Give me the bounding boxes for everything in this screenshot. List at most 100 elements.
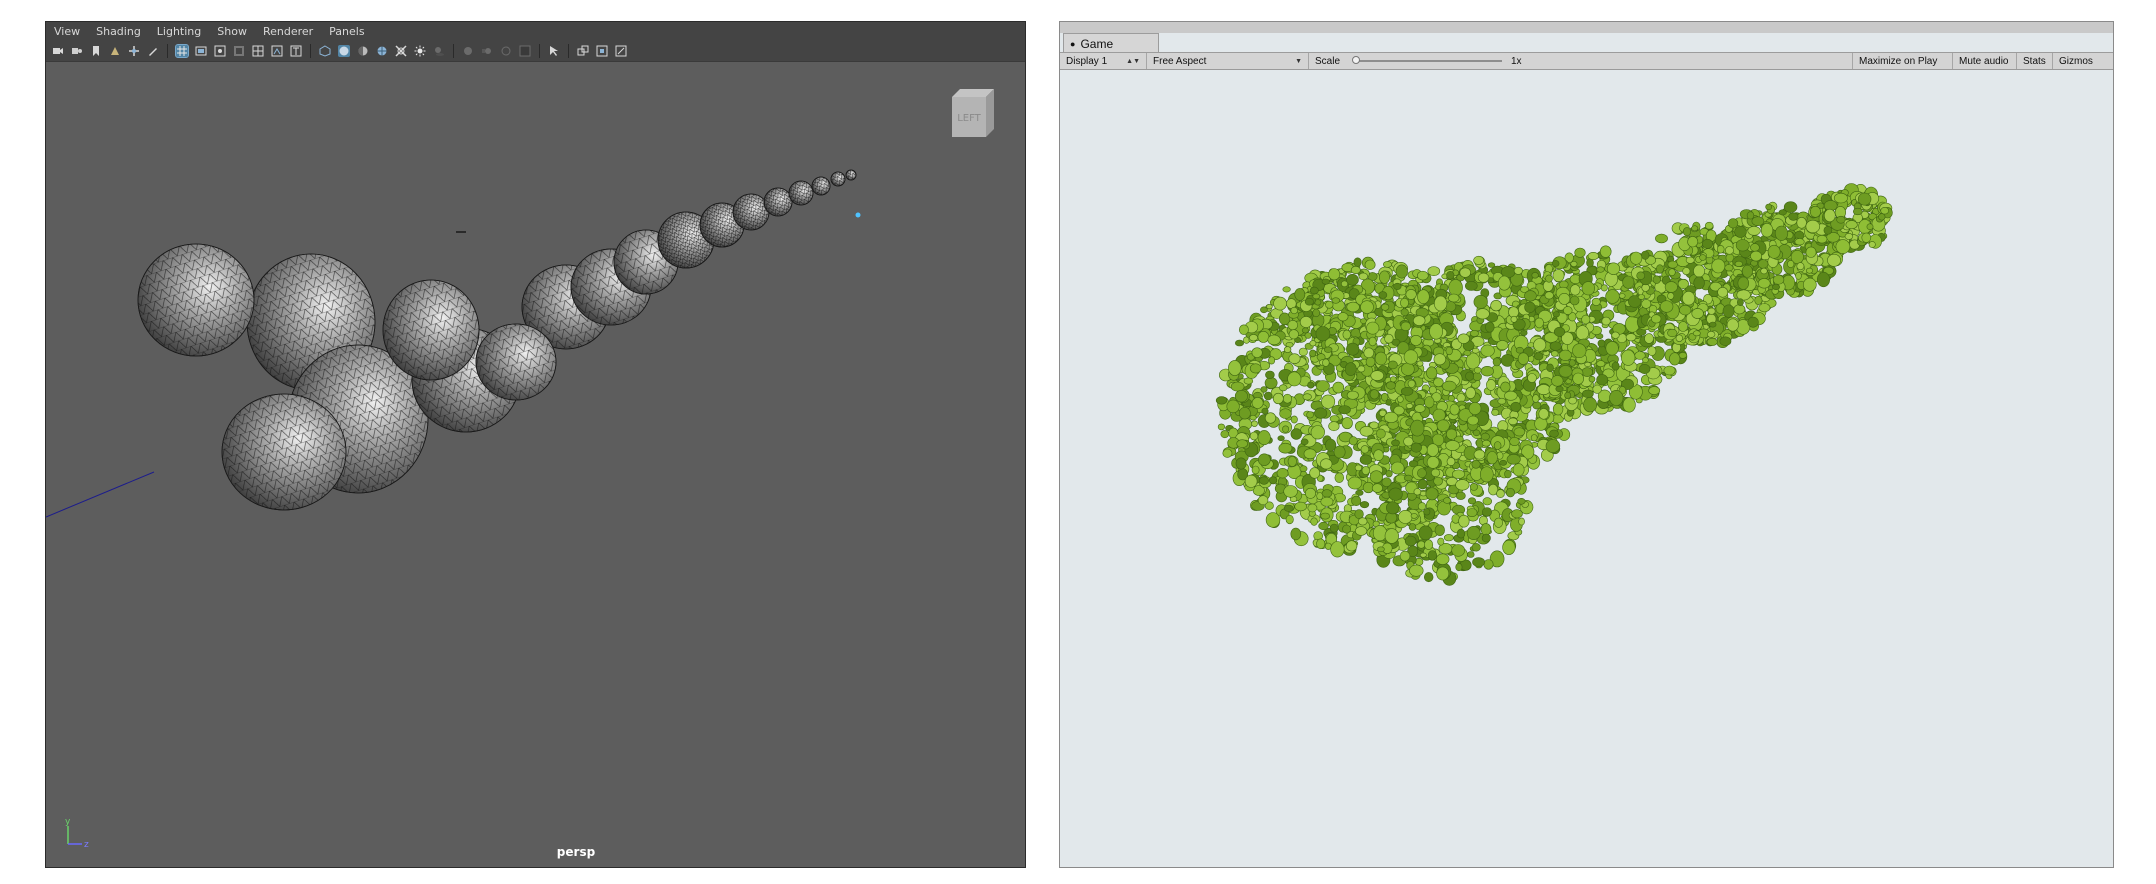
foliage-particle	[1407, 379, 1416, 388]
gate-mask-icon[interactable]	[233, 45, 245, 57]
foliage-particle	[1436, 566, 1450, 581]
shadows-icon[interactable]	[433, 45, 445, 57]
xray-icon[interactable]	[395, 45, 407, 57]
foliage-particle	[1268, 356, 1276, 365]
use-default-material-icon[interactable]	[357, 45, 369, 57]
foliage-particle	[1845, 220, 1858, 230]
foliage-particle	[1707, 330, 1716, 338]
foliage-particle	[1605, 341, 1619, 356]
foliage-particle	[1481, 439, 1491, 447]
foliage-particle	[1551, 375, 1564, 387]
mesh-segment	[811, 176, 831, 196]
foliage-particle	[1448, 293, 1460, 303]
resolution-gate-icon[interactable]	[214, 45, 226, 57]
menu-panels[interactable]: Panels	[329, 25, 364, 38]
foliage-particle	[1473, 255, 1485, 265]
scale-slider-thumb[interactable]	[1352, 56, 1360, 64]
grease-pencil-icon[interactable]	[147, 45, 159, 57]
foliage-particle	[1682, 267, 1691, 275]
foliage-particle	[1509, 436, 1520, 446]
display-dropdown[interactable]: Display 1 ▲▼	[1060, 53, 1147, 69]
wireframe-on-shaded-icon[interactable]	[376, 45, 388, 57]
menu-view[interactable]: View	[54, 25, 80, 38]
foliage-particle	[1294, 501, 1307, 512]
foliage-particle	[1767, 244, 1781, 259]
foliage-particle	[1558, 365, 1573, 378]
wireframe-icon[interactable]	[319, 45, 331, 57]
scale-slider-track[interactable]	[1356, 60, 1502, 62]
tab-game[interactable]: ● Game	[1063, 33, 1159, 53]
use-all-lights-icon[interactable]	[414, 45, 426, 57]
foliage-particle	[1337, 312, 1349, 322]
xray-joints-icon[interactable]	[577, 45, 589, 57]
foliage-particle	[1465, 386, 1476, 399]
isolate-select-icon[interactable]	[548, 45, 560, 57]
bookmark-icon[interactable]	[90, 45, 102, 57]
foliage-particle	[1641, 299, 1652, 309]
foliage-particle	[1290, 527, 1302, 541]
foliage-particle	[1329, 415, 1340, 423]
foliage-particle	[1310, 425, 1325, 440]
foliage-particle	[1551, 260, 1560, 267]
ambient-occlusion-icon[interactable]	[462, 45, 474, 57]
menu-lighting[interactable]: Lighting	[157, 25, 201, 38]
safe-action-icon[interactable]	[271, 45, 283, 57]
film-gate-icon[interactable]	[195, 45, 207, 57]
foliage-particle	[1574, 247, 1586, 258]
stats-button[interactable]: Stats	[2016, 53, 2052, 69]
foliage-particle	[1667, 328, 1678, 338]
foliage-particle	[1558, 349, 1572, 361]
pivot-marker	[855, 212, 861, 218]
foliage-particle	[1345, 540, 1358, 552]
foliage-particle	[1734, 225, 1747, 238]
gizmos-button[interactable]: Gizmos	[2052, 53, 2099, 69]
2d-pan-zoom-icon[interactable]	[128, 45, 140, 57]
wireframe-shaded-mesh[interactable]	[137, 169, 857, 511]
viewcube[interactable]: LEFT	[946, 87, 994, 139]
menu-shading[interactable]: Shading	[96, 25, 141, 38]
aspect-dropdown[interactable]: Free Aspect ▼	[1147, 53, 1309, 69]
motion-blur-icon[interactable]	[481, 45, 493, 57]
foliage-particle	[1794, 238, 1805, 246]
foliage-particle	[1805, 219, 1820, 234]
menu-renderer[interactable]: Renderer	[263, 25, 313, 38]
maximize-on-play-button[interactable]: Maximize on Play	[1852, 53, 1943, 69]
foliage-particle	[1480, 366, 1494, 377]
foliage-particle	[1513, 427, 1526, 437]
foliage-particle	[1334, 472, 1344, 483]
maya-panel-menubar: View Shading Lighting Show Renderer Pane…	[46, 22, 1025, 41]
foliage-particle	[1373, 449, 1384, 462]
foliage-particle	[1263, 391, 1273, 401]
multisample-aa-icon[interactable]	[500, 45, 512, 57]
foliage-particle	[1257, 330, 1270, 343]
foliage-particle	[1442, 380, 1457, 392]
foliage-particle	[1512, 463, 1525, 477]
image-plane-icon[interactable]	[109, 45, 121, 57]
mute-audio-button[interactable]: Mute audio	[1952, 53, 2014, 69]
field-chart-icon[interactable]	[252, 45, 264, 57]
foliage-particle	[1220, 430, 1230, 439]
foliage-particle	[1588, 376, 1596, 383]
foliage-particle	[1471, 347, 1480, 354]
camera-attributes-icon[interactable]	[71, 45, 83, 57]
foliage-particle	[1482, 497, 1492, 506]
foliage-particle	[1861, 232, 1872, 243]
grid-icon[interactable]	[175, 44, 189, 58]
depth-of-field-icon[interactable]	[519, 45, 531, 57]
foliage-particle	[1534, 317, 1544, 329]
foliage-particle	[1424, 396, 1435, 409]
maya-3d-scene[interactable]	[46, 62, 1026, 868]
window-title-strip	[1060, 22, 2113, 33]
xray-active-components-icon[interactable]	[596, 45, 608, 57]
hud-icon[interactable]	[615, 45, 627, 57]
foliage-particle	[1330, 541, 1345, 558]
menu-show[interactable]: Show	[217, 25, 247, 38]
camera-icon[interactable]	[52, 45, 64, 57]
foliage-particle	[1283, 346, 1292, 353]
foliage-particle	[1496, 489, 1505, 498]
game-render-view[interactable]	[1060, 70, 2114, 868]
smooth-shade-all-icon[interactable]	[338, 45, 350, 57]
maya-panel-toolbar	[46, 41, 1025, 62]
safe-title-icon[interactable]	[290, 45, 302, 57]
foliage-particle	[1757, 278, 1771, 289]
